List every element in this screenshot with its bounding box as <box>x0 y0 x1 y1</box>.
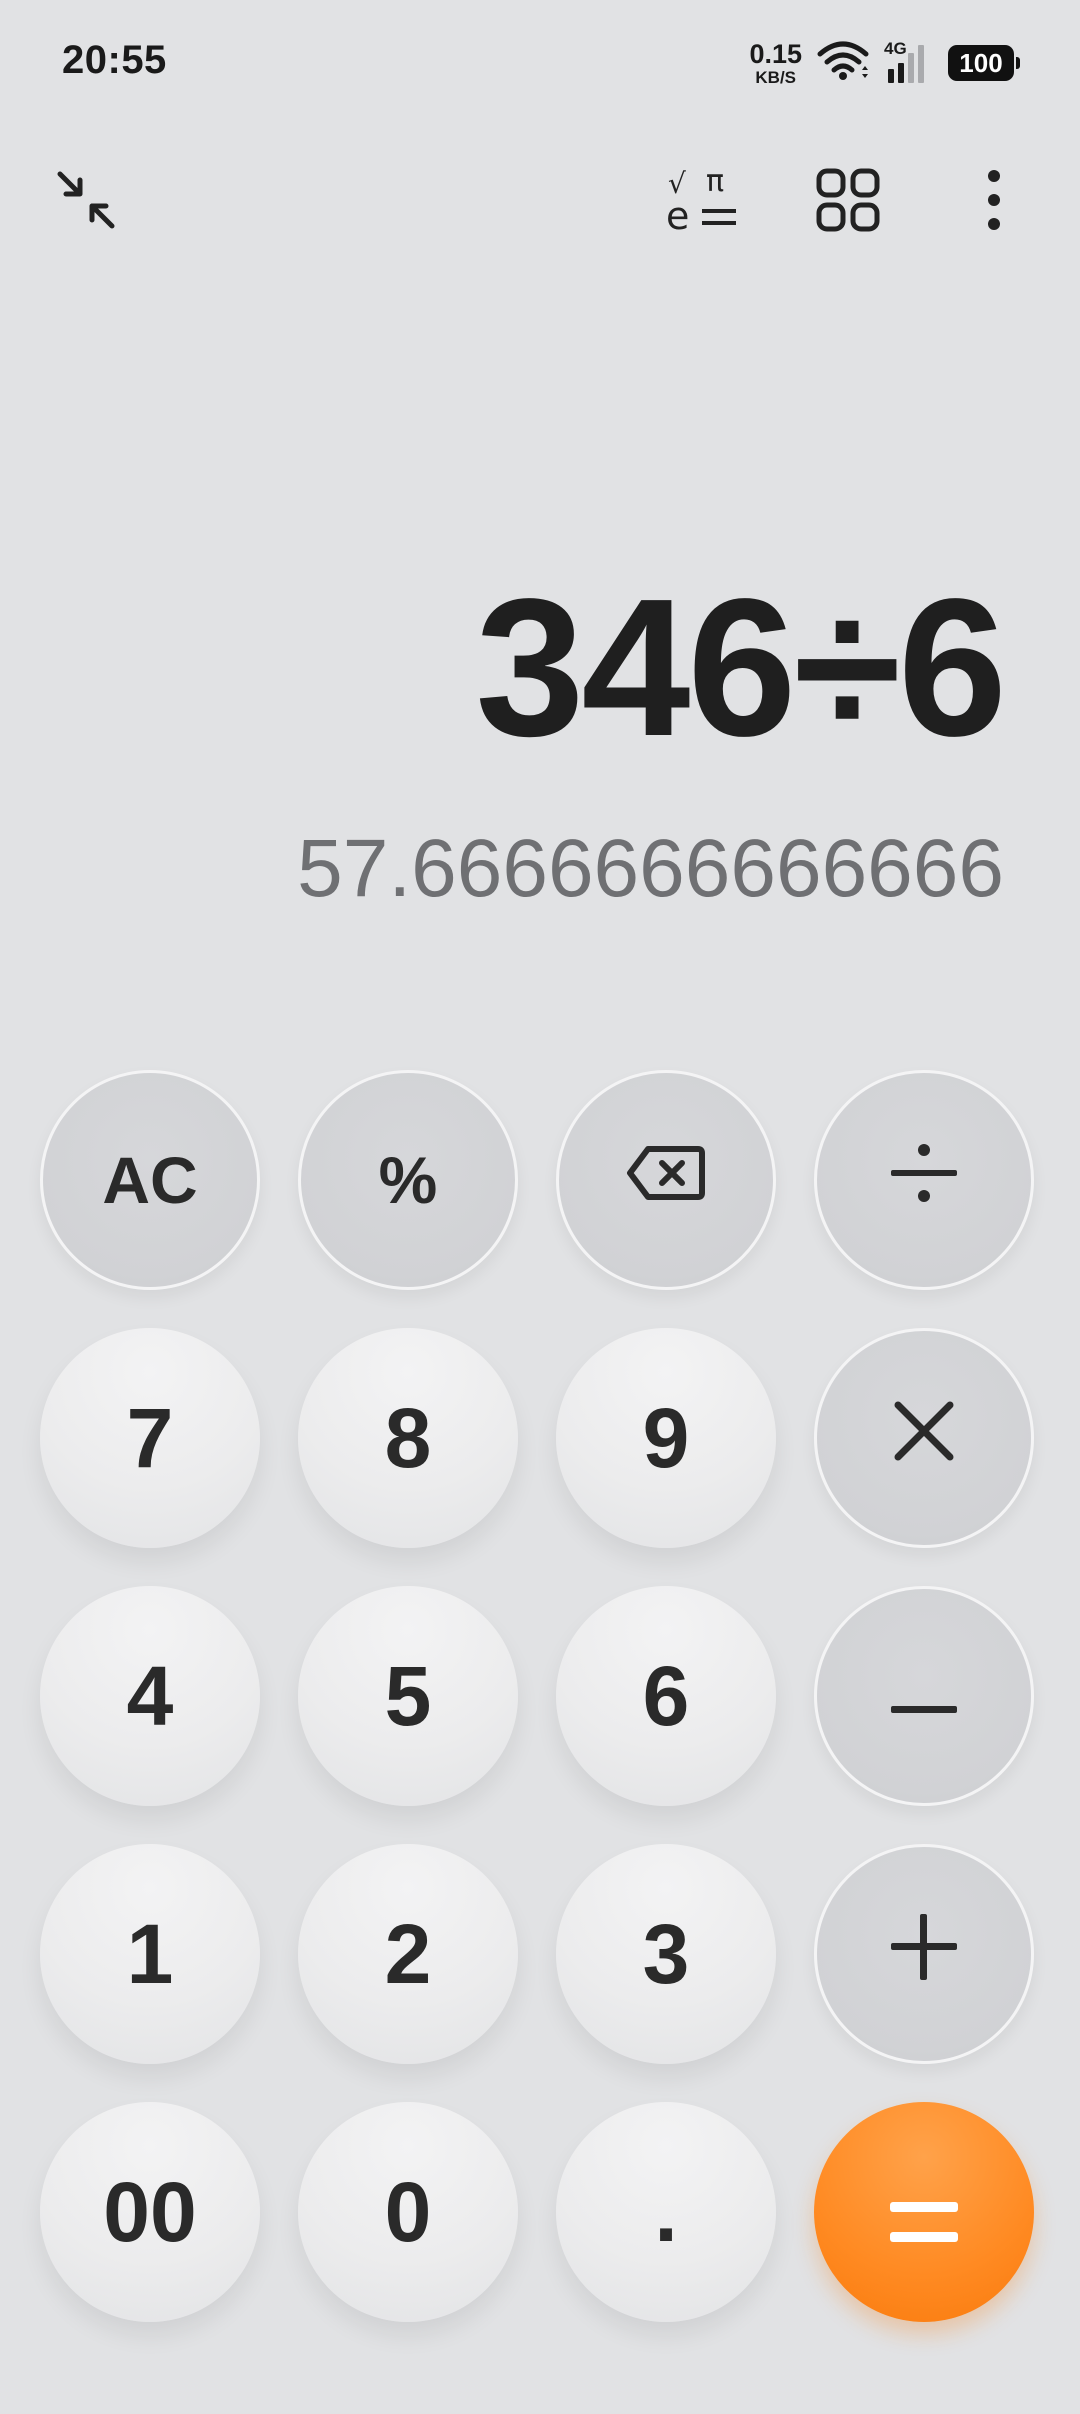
minus-icon <box>889 1658 959 1734</box>
expression-display: 346÷6 <box>475 558 1007 777</box>
digit-4-button[interactable]: 4 <box>40 1586 260 1806</box>
percent-label: % <box>378 1143 438 1217</box>
decimal-point-button[interactable]: . <box>556 2102 776 2322</box>
status-time: 20:55 <box>62 38 167 82</box>
digit-3-button[interactable]: 3 <box>556 1844 776 2064</box>
digit-7-label: 7 <box>126 1391 174 1485</box>
backspace-button[interactable] <box>556 1070 776 1290</box>
percent-button[interactable]: % <box>298 1070 518 1290</box>
wifi-icon <box>816 40 870 87</box>
battery-level: 100 <box>959 47 1003 78</box>
plus-icon <box>889 1912 959 1997</box>
scientific-mode-icon[interactable]: √ π e <box>662 160 746 240</box>
equals-button[interactable] <box>814 2102 1034 2322</box>
digit-3-label: 3 <box>642 1907 690 2001</box>
multiply-button[interactable] <box>814 1328 1034 1548</box>
backspace-icon <box>626 1142 706 1218</box>
double-zero-button[interactable]: 00 <box>40 2102 260 2322</box>
keypad: AC % 7 8 9 4 5 6 1 2 3 00 0 . <box>40 1070 1040 2322</box>
status-icons: 0.15 KB/S 4G 100 <box>749 38 1020 88</box>
subtract-button[interactable] <box>814 1586 1034 1806</box>
digit-5-label: 5 <box>384 1649 432 1743</box>
digit-7-button[interactable]: 7 <box>40 1328 260 1548</box>
digit-6-label: 6 <box>642 1649 690 1743</box>
clear-label: AC <box>102 1143 198 1217</box>
add-button[interactable] <box>814 1844 1034 2064</box>
digit-0-label: 0 <box>384 2165 432 2259</box>
result-display: 57.6666666666666 <box>297 823 1004 914</box>
digit-8-label: 8 <box>384 1391 432 1485</box>
more-options-icon[interactable] <box>954 160 1034 240</box>
equals-icon <box>888 2155 960 2270</box>
divide-icon <box>889 1138 959 1223</box>
battery-icon: 100 <box>948 45 1020 81</box>
calculator-screen: 20:55 0.15 KB/S 4G 100 √ π e 346÷6 57.66… <box>0 0 1080 2414</box>
digit-4-label: 4 <box>126 1649 174 1743</box>
svg-text:π: π <box>706 165 724 199</box>
digit-9-button[interactable]: 9 <box>556 1328 776 1548</box>
digit-6-button[interactable]: 6 <box>556 1586 776 1806</box>
divide-button[interactable] <box>814 1070 1034 1290</box>
network-speed-unit: KB/S <box>755 67 797 87</box>
digit-5-button[interactable]: 5 <box>298 1586 518 1806</box>
svg-text:e: e <box>666 194 689 235</box>
clear-button[interactable]: AC <box>40 1070 260 1290</box>
collapse-icon[interactable] <box>46 160 126 240</box>
digit-2-button[interactable]: 2 <box>298 1844 518 2064</box>
digit-9-label: 9 <box>642 1391 690 1485</box>
decimal-point-label: . <box>654 2165 678 2259</box>
digit-8-button[interactable]: 8 <box>298 1328 518 1548</box>
digit-1-label: 1 <box>126 1907 174 2001</box>
unit-converter-grid-icon[interactable] <box>808 160 888 240</box>
digit-1-button[interactable]: 1 <box>40 1844 260 2064</box>
digit-0-button[interactable]: 0 <box>298 2102 518 2322</box>
network-speed: 0.15 KB/S <box>749 38 802 87</box>
double-zero-label: 00 <box>103 2165 197 2259</box>
cellular-signal-icon: 4G <box>884 39 934 85</box>
digit-2-label: 2 <box>384 1907 432 2001</box>
network-speed-value: 0.15 <box>749 38 802 69</box>
multiply-icon <box>892 1399 956 1478</box>
